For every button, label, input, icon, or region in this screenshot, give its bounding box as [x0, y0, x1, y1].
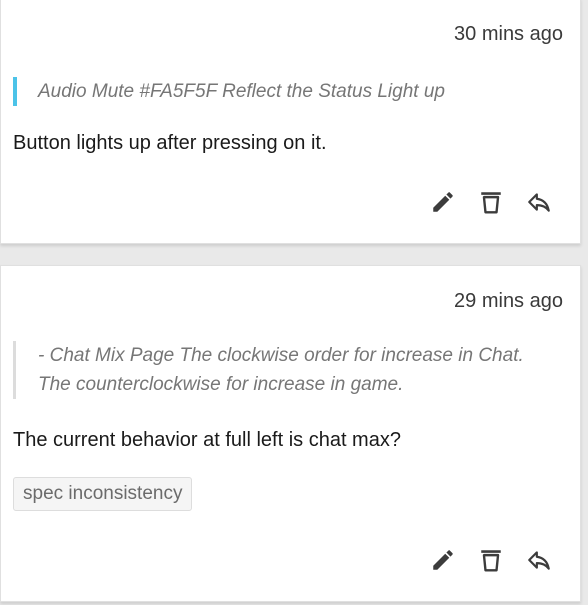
comment-actions — [429, 546, 553, 574]
comment-timestamp: 29 mins ago — [454, 290, 563, 312]
trash-icon — [481, 192, 501, 214]
comment-actions — [429, 188, 553, 216]
pencil-icon — [433, 192, 453, 212]
comment-card: 29 mins ago - Chat Mix Page The clockwis… — [0, 265, 581, 602]
delete-button[interactable] — [477, 546, 505, 574]
edit-button[interactable] — [429, 188, 457, 216]
reply-button[interactable] — [525, 188, 553, 216]
delete-button[interactable] — [477, 188, 505, 216]
pencil-icon — [433, 550, 453, 570]
reply-icon — [528, 193, 550, 212]
comment-card: 30 mins ago Audio Mute #FA5F5F Reflect t… — [0, 0, 581, 244]
comment-feed: 30 mins ago Audio Mute #FA5F5F Reflect t… — [0, 0, 588, 605]
comment-body: The current behavior at full left is cha… — [13, 429, 401, 451]
reply-button[interactable] — [525, 546, 553, 574]
comment-timestamp: 30 mins ago — [454, 23, 563, 45]
quoted-text: Audio Mute #FA5F5F Reflect the Status Li… — [13, 77, 540, 106]
quoted-text: - Chat Mix Page The clockwise order for … — [13, 341, 540, 399]
trash-icon — [481, 550, 501, 572]
reply-icon — [528, 551, 550, 570]
tag-label[interactable]: spec inconsistency — [13, 477, 193, 511]
comment-body: Button lights up after pressing on it. — [13, 132, 327, 154]
edit-button[interactable] — [429, 546, 457, 574]
